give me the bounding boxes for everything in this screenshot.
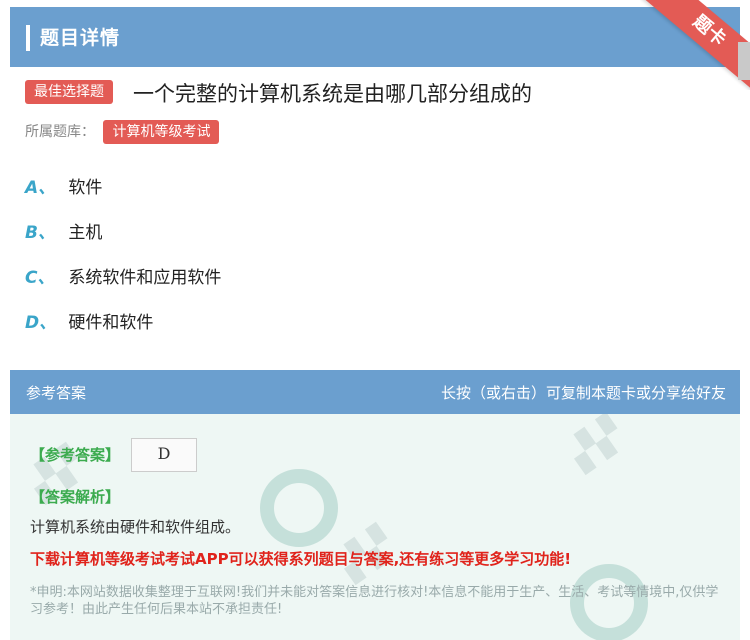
option-letter: B、 bbox=[25, 223, 55, 243]
app-promo-link[interactable]: 下载计算机等级考试考试APP可以获得系列题目与答案,还有练习等更多学习功能! bbox=[30, 548, 571, 569]
answer-body: ▞▞ ▞▞ ▞▞ 【参考答案】 D 【答案解析】 计算机系统由硬件和软件组成。 … bbox=[10, 414, 740, 640]
option-text: 硬件和软件 bbox=[68, 313, 154, 333]
option-letter: C、 bbox=[25, 268, 55, 288]
ribbon-fold bbox=[738, 42, 750, 80]
answer-header: 参考答案 长按（或右击）可复制本题卡或分享给好友 bbox=[10, 370, 740, 414]
header-accent bbox=[26, 25, 30, 51]
corner-ribbon: 题卡 bbox=[640, 0, 750, 90]
option-d[interactable]: D、 硬件和软件 bbox=[25, 310, 153, 336]
option-text: 主机 bbox=[68, 223, 103, 243]
question-type-tag: 最佳选择题 bbox=[25, 80, 113, 104]
disclaimer: *申明:本网站数据收集整理于互联网!我们并未能对答案信息进行核对!本信息不能用于… bbox=[30, 585, 719, 617]
option-letter: A、 bbox=[25, 178, 56, 198]
page-title: 题目详情 bbox=[40, 27, 121, 49]
question-text: 一个完整的计算机系统是由哪几部分组成的 bbox=[133, 82, 532, 106]
ribbon-label: 题卡 bbox=[640, 0, 750, 90]
option-text: 软件 bbox=[68, 178, 103, 198]
answer-label: 【参考答案】 bbox=[30, 446, 121, 464]
option-a[interactable]: A、 软件 bbox=[25, 175, 102, 201]
share-hint: 长按（或右击）可复制本题卡或分享给好友 bbox=[440, 384, 726, 402]
answer-value-image: D bbox=[131, 438, 197, 472]
analysis-text: 计算机系统由硬件和软件组成。 bbox=[30, 518, 241, 536]
question-bank-row: 所属题库： 计算机等级考试 bbox=[25, 120, 220, 146]
answer-section-title: 参考答案 bbox=[26, 384, 87, 402]
header-bar: 题目详情 bbox=[10, 7, 740, 67]
question-row: 最佳选择题 一个完整的计算机系统是由哪几部分组成的 bbox=[25, 80, 740, 110]
option-b[interactable]: B、 主机 bbox=[25, 220, 102, 246]
bank-tag[interactable]: 计算机等级考试 bbox=[103, 120, 220, 144]
option-text: 系统软件和应用软件 bbox=[68, 268, 222, 288]
analysis-label: 【答案解析】 bbox=[30, 488, 121, 506]
option-c[interactable]: C、 系统软件和应用软件 bbox=[25, 265, 221, 291]
watermark-logo bbox=[260, 469, 338, 547]
bank-label: 所属题库： bbox=[25, 124, 95, 140]
watermark: ▞▞ bbox=[563, 414, 630, 476]
option-letter: D、 bbox=[25, 313, 57, 333]
